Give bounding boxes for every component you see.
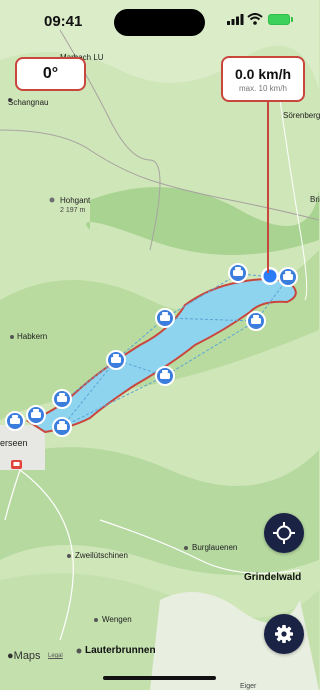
status-time: 09:41 bbox=[44, 13, 83, 30]
dynamic-island bbox=[114, 9, 205, 36]
status-bar: 09:41 bbox=[0, 0, 319, 44]
town-dot-icon bbox=[184, 546, 188, 550]
apple-logo-icon: ● bbox=[7, 650, 14, 662]
cellular-signal-icon bbox=[227, 14, 244, 25]
ferry-stop[interactable] bbox=[106, 350, 126, 370]
home-indicator bbox=[103, 676, 216, 680]
maps-label: Maps bbox=[13, 650, 41, 662]
ferry-stop[interactable] bbox=[5, 411, 25, 431]
map-label-burglauenen: Burglauenen bbox=[192, 543, 238, 552]
crosshair-icon bbox=[273, 522, 295, 544]
heading-card: 0° bbox=[15, 57, 86, 91]
wifi-icon bbox=[247, 13, 263, 25]
map-label-habkern: Habkern bbox=[17, 332, 48, 341]
map-label-wengen: Wengen bbox=[102, 615, 132, 624]
town-dot-icon bbox=[94, 618, 98, 622]
map-label-bottom-peak: Eiger bbox=[240, 683, 257, 690]
ferry-stop[interactable] bbox=[155, 366, 175, 386]
town-dot-icon bbox=[76, 648, 82, 654]
ferry-stop[interactable] bbox=[26, 405, 46, 425]
current-location-icon bbox=[261, 267, 279, 285]
town-dot-icon bbox=[10, 335, 14, 339]
map-label-zweilutschinen: Zweilütschinen bbox=[75, 551, 128, 560]
map-label-lauterbrunnen: Lauterbrunnen bbox=[85, 645, 156, 656]
map-label-sorenberg: Sörenberg bbox=[283, 111, 320, 120]
ferry-stop[interactable] bbox=[246, 311, 266, 331]
ferry-stop[interactable] bbox=[52, 417, 72, 437]
locate-button[interactable] bbox=[264, 513, 304, 553]
legal-link[interactable]: Legal bbox=[48, 653, 63, 659]
ferry-stop[interactable] bbox=[228, 263, 248, 283]
battery-icon bbox=[268, 14, 290, 25]
ferry-stop[interactable] bbox=[155, 308, 175, 328]
heading-value: 0° bbox=[42, 65, 59, 82]
gear-icon bbox=[275, 625, 293, 643]
speed-value: 0.0 km/h bbox=[234, 66, 292, 82]
settings-button[interactable] bbox=[264, 614, 304, 654]
train-station-icon bbox=[11, 460, 22, 469]
ferry-stop[interactable] bbox=[52, 389, 72, 409]
map-label-schangnau: Schangnau bbox=[8, 98, 49, 107]
map-label-grindelwald: Grindelwald bbox=[244, 572, 302, 583]
speed-card-connector bbox=[267, 101, 269, 273]
ferry-stop[interactable] bbox=[278, 267, 298, 287]
map-label-hohgant-elevation: 2 197 m bbox=[60, 207, 86, 214]
map-label-interlaken: erseen bbox=[0, 438, 28, 448]
map-label-hohgant: Hohgant bbox=[60, 196, 91, 205]
battery-cap bbox=[291, 17, 293, 22]
maps-attribution: ●Maps bbox=[7, 650, 41, 662]
map-label-brienz: Bri bbox=[310, 195, 320, 204]
town-dot-icon bbox=[67, 554, 71, 558]
peak-icon bbox=[49, 197, 55, 203]
max-speed-label: max. 10 km/h bbox=[238, 84, 287, 93]
speed-card: 0.0 km/h max. 10 km/h bbox=[221, 56, 305, 102]
